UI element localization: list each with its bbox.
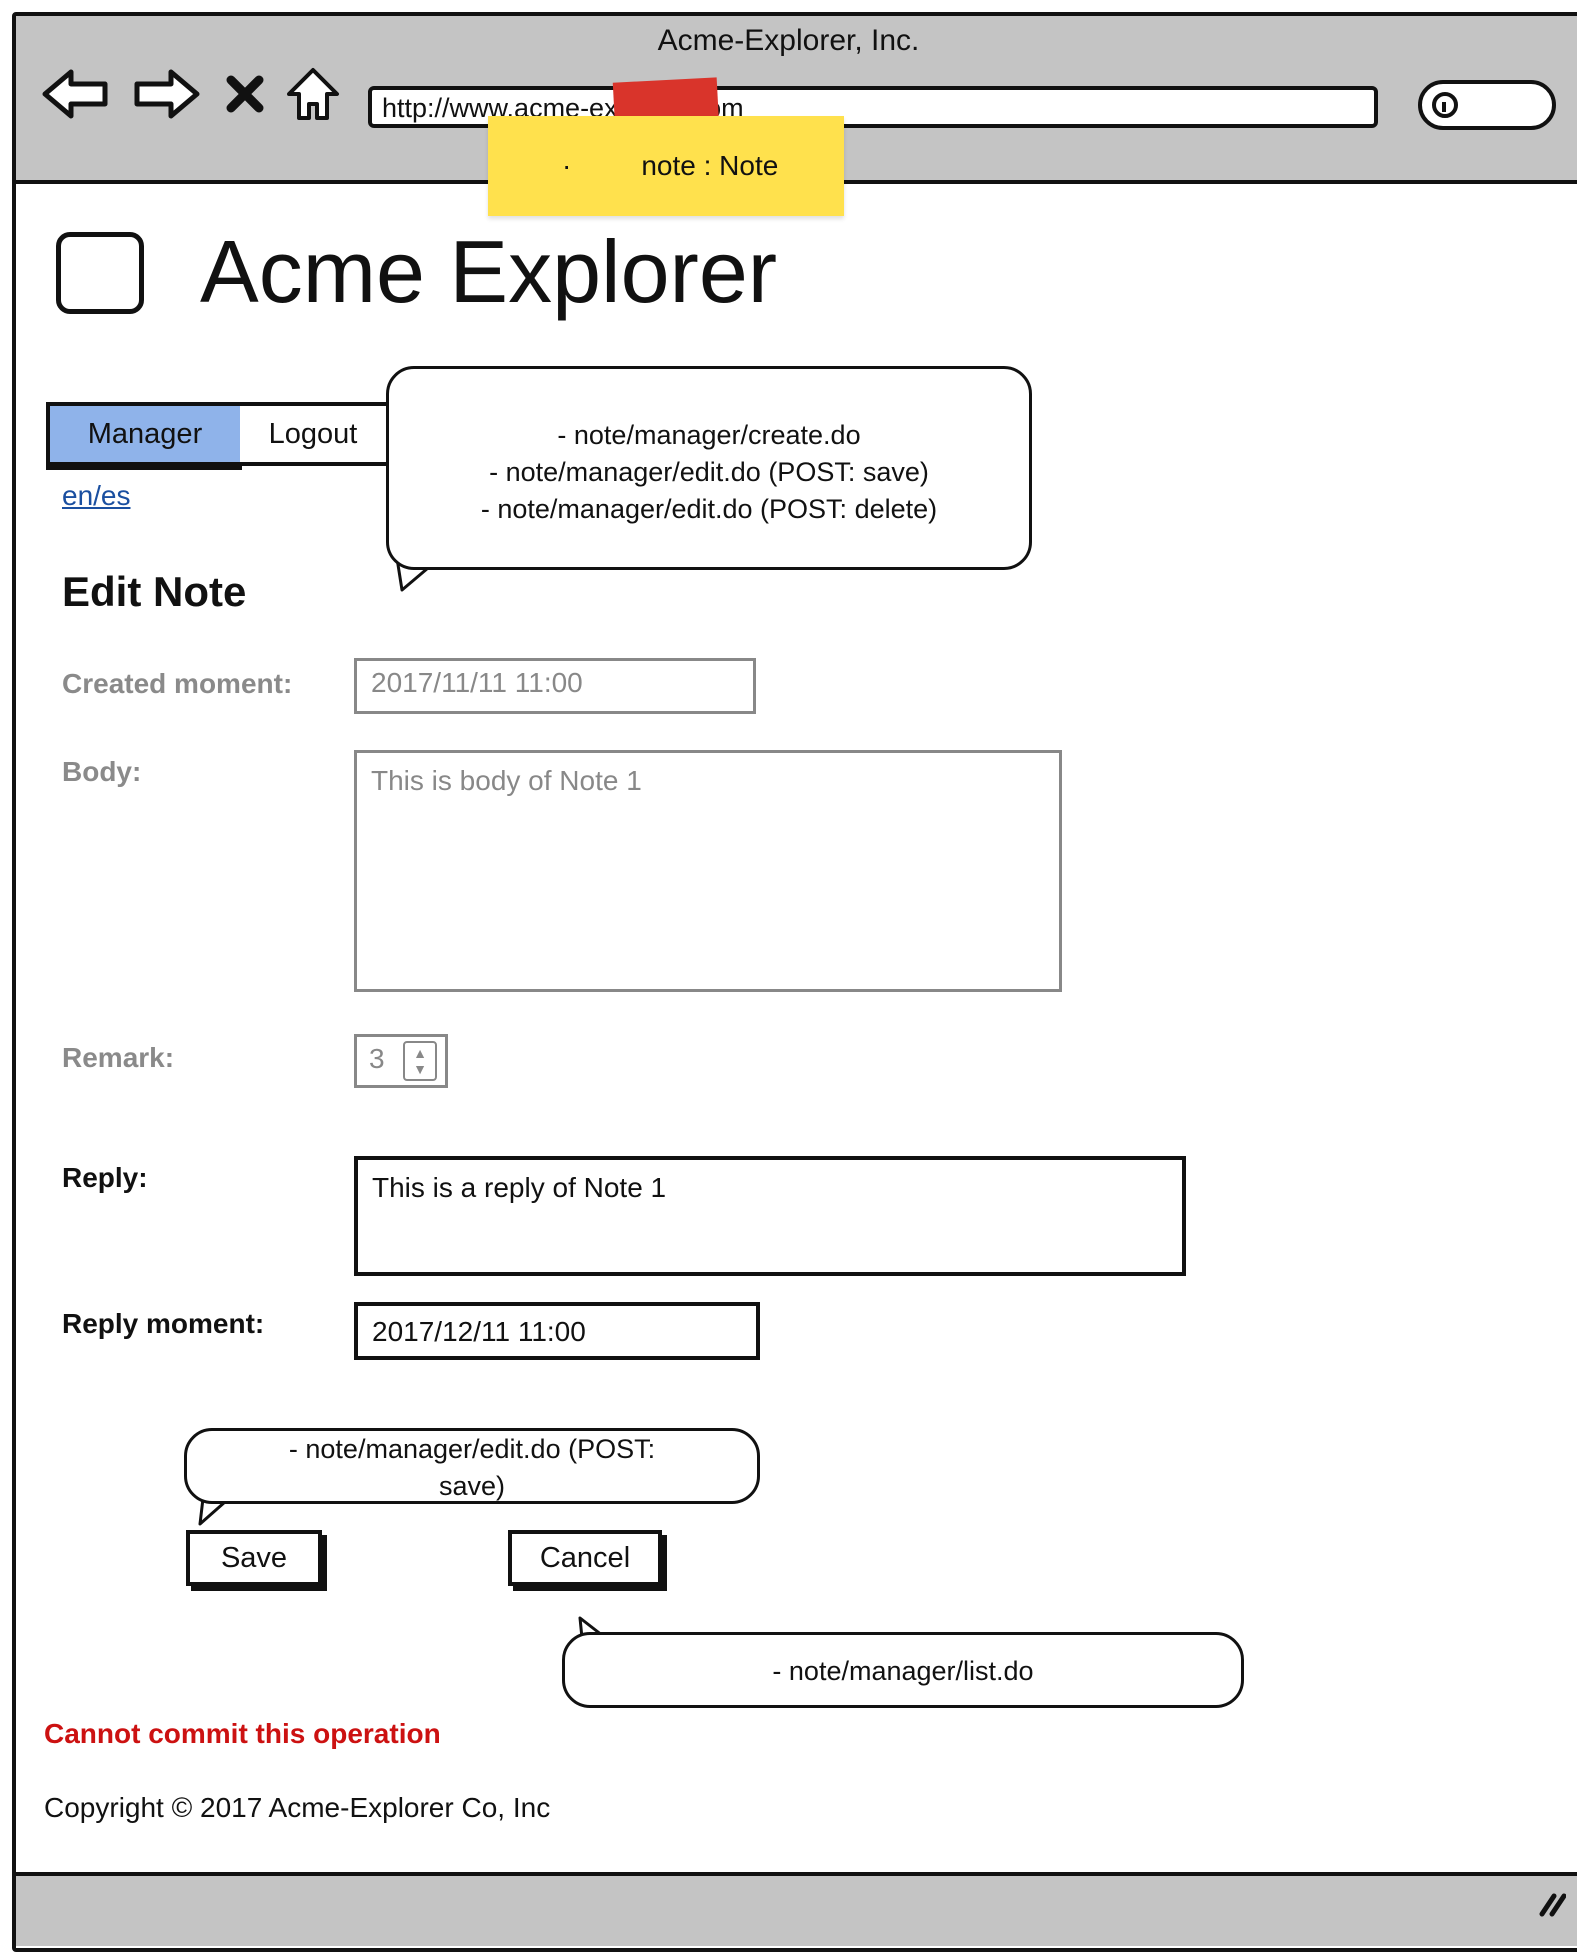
- created-moment-label: Created moment:: [62, 668, 293, 699]
- home-icon[interactable]: [282, 64, 344, 124]
- callout-cancel: - note/manager/list.do: [562, 1632, 1244, 1708]
- created-moment-field[interactable]: 2017/11/11 11:00: [354, 658, 756, 714]
- resize-grip-icon[interactable]: [1536, 1888, 1567, 1923]
- remark-stepper[interactable]: 3 ▲ ▼: [354, 1034, 448, 1088]
- reply-moment-label: Reply moment:: [62, 1308, 265, 1339]
- window-title: Acme-Explorer, Inc.: [657, 24, 920, 57]
- reply-textarea[interactable]: This is a reply of Note 1: [354, 1156, 1186, 1276]
- sticky-note-text: note : Note: [641, 150, 779, 181]
- remark-label: Remark:: [62, 1042, 175, 1073]
- tab-logout[interactable]: Logout: [240, 402, 390, 466]
- save-button[interactable]: Save: [186, 1530, 322, 1586]
- page-title: Edit Note: [62, 568, 247, 615]
- callout-line: save): [438, 1471, 506, 1501]
- app-title: Acme Explorer: [200, 222, 778, 321]
- copyright: Copyright © 2017 Acme-Explorer Co, Inc: [44, 1792, 551, 1823]
- stepper-arrows-icon[interactable]: ▲ ▼: [403, 1041, 437, 1081]
- callout-line: - note/manager/edit.do (POST: save): [489, 457, 929, 487]
- cancel-button[interactable]: Cancel: [508, 1530, 662, 1586]
- tab-manager[interactable]: Manager: [46, 402, 242, 466]
- callout-line: - note/manager/create.do: [557, 420, 861, 450]
- logo: [56, 232, 144, 314]
- callout-line: - note/manager/edit.do (POST:: [288, 1434, 656, 1464]
- search-field[interactable]: [1418, 80, 1556, 130]
- stop-x-icon[interactable]: [220, 64, 270, 124]
- forward-arrow-icon[interactable]: [130, 64, 202, 124]
- callout-top: - note/manager/create.do - note/manager/…: [386, 366, 1032, 570]
- back-arrow-icon[interactable]: [40, 64, 112, 124]
- remark-value: 3: [369, 1043, 385, 1074]
- sticky-note-bullet: ·: [562, 150, 572, 181]
- body-label: Body:: [62, 756, 142, 787]
- search-icon: [1430, 90, 1462, 127]
- callout-save: - note/manager/edit.do (POST: save): [184, 1428, 760, 1504]
- callout-line: - note/manager/list.do: [772, 1656, 1034, 1686]
- status-bar: [16, 1872, 1577, 1946]
- language-link[interactable]: en/es: [62, 480, 131, 512]
- reply-moment-field[interactable]: 2017/12/11 11:00: [354, 1302, 760, 1360]
- body-textarea[interactable]: This is body of Note 1: [354, 750, 1062, 992]
- reply-label: Reply:: [62, 1162, 148, 1193]
- sticky-note: · note : Note: [488, 116, 844, 216]
- callout-line: - note/manager/edit.do (POST: delete): [480, 494, 938, 524]
- error-message: Cannot commit this operation: [44, 1718, 441, 1749]
